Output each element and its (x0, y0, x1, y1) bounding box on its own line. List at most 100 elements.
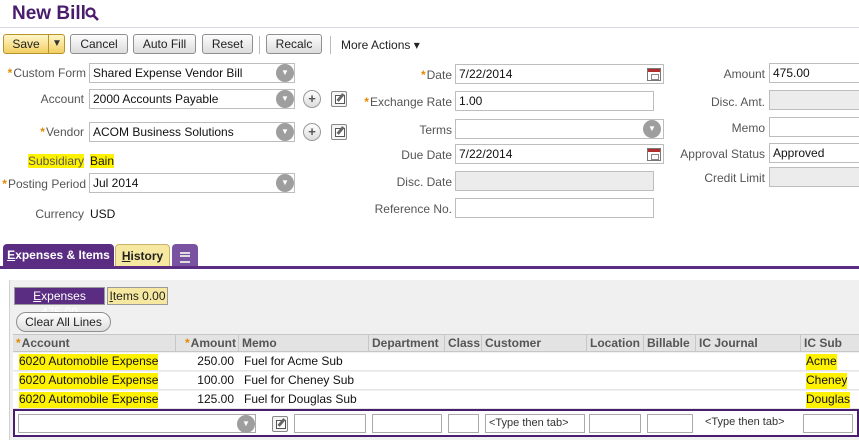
row-ic-sub: Douglas (806, 392, 851, 408)
new-line-amount-input[interactable] (294, 414, 366, 433)
toolbar-divider (259, 36, 260, 54)
row-account: 6020 Automobile Expense (19, 373, 159, 389)
disc-amt-input (769, 90, 859, 110)
credit-limit-input (769, 167, 859, 187)
memo-input[interactable] (769, 117, 859, 137)
recalc-button[interactable]: Recalc (266, 34, 322, 54)
exchange-rate-label: *Exchange Rate (364, 95, 452, 109)
new-line-customer-input[interactable]: <Type then tab> (485, 414, 585, 433)
exchange-rate-input[interactable]: 1.00 (455, 91, 654, 111)
amount-input[interactable]: 475.00 (769, 63, 859, 83)
amount-label: Amount (723, 67, 765, 81)
memo-label: Memo (731, 121, 765, 135)
column-account: *Account (13, 335, 176, 352)
row-amount: 125.00 (197, 392, 234, 406)
new-line-location-select[interactable] (589, 414, 641, 433)
credit-limit-label: Credit Limit (704, 171, 765, 185)
save-dropdown-arrow-icon[interactable]: ▼ (50, 35, 64, 53)
page-title: New Bill (12, 3, 86, 24)
tab-history[interactable]: History (115, 244, 170, 268)
new-line-memo-input[interactable] (372, 414, 442, 433)
reset-button[interactable]: Reset (202, 34, 253, 54)
vendor-dropdown-icon[interactable]: ▼ (276, 123, 294, 141)
tab-expenses-items[interactable]: Expenses & Items (3, 244, 114, 268)
table-row[interactable]: 6020 Automobile Expense 125.00 Fuel for … (13, 391, 859, 409)
date-calendar-icon[interactable] (647, 68, 661, 81)
column-ic-journal: IC Journal (696, 335, 801, 352)
account-select[interactable]: 2000 Accounts Payable (89, 89, 295, 109)
row-memo: Fuel for Acme Sub (244, 354, 343, 368)
column-ic-sub: IC Sub (804, 336, 842, 350)
title-bar: New Bill (0, 0, 859, 28)
vendor-label: *Vendor (40, 125, 84, 139)
row-account: 6020 Automobile Expense (19, 392, 159, 408)
new-line-edit-row: ▼ <Type then tab> <Type then tab> (13, 409, 859, 437)
custom-form-dropdown-icon[interactable]: ▼ (276, 64, 294, 82)
add-vendor-icon[interactable]: + (303, 123, 321, 141)
account-label: Account (40, 92, 84, 106)
due-date-input[interactable]: 7/22/2014 (455, 144, 664, 164)
cancel-button[interactable]: Cancel (70, 34, 128, 54)
custom-form-select[interactable]: Shared Expense Vendor Bill (89, 63, 295, 83)
table-row[interactable]: 6020 Automobile Expense 100.00 Fuel for … (13, 372, 859, 390)
table-row[interactable]: 6020 Automobile Expense 250.00 Fuel for … (13, 353, 859, 371)
row-memo: Fuel for Douglas Sub (244, 392, 357, 406)
tab-menu-icon[interactable] (172, 244, 198, 268)
vendor-select[interactable]: ACOM Business Solutions (89, 122, 295, 142)
add-account-icon[interactable]: + (303, 90, 321, 108)
save-button[interactable]: Save ▼ (3, 34, 65, 54)
new-line-ic-journal-input[interactable]: <Type then tab> (702, 414, 798, 433)
date-input[interactable]: 7/22/2014 (455, 64, 664, 84)
edit-vendor-icon[interactable] (331, 124, 347, 140)
reference-no-label: Reference No. (374, 202, 452, 216)
new-line-billable-checkbox[interactable] (647, 414, 693, 433)
clear-all-lines-button[interactable]: Clear All Lines (16, 312, 111, 332)
terms-select[interactable] (455, 119, 664, 139)
save-split-divider (48, 35, 49, 53)
subtab-bar: Expenses & Items History (0, 244, 859, 268)
posting-period-dropdown-icon[interactable]: ▼ (276, 174, 294, 192)
new-line-account-dropdown-icon[interactable]: ▼ (237, 415, 255, 433)
row-ic-sub: Cheney (806, 373, 848, 389)
tab-items-lines[interactable]: Items 0.00 (107, 287, 168, 305)
tab-expenses-lines[interactable]: Expenses 475.00 (14, 287, 105, 319)
disc-date-label: Disc. Date (396, 175, 452, 189)
terms-dropdown-icon[interactable]: ▼ (643, 120, 661, 138)
row-account: 6020 Automobile Expense (19, 354, 159, 370)
posting-period-select[interactable]: Jul 2014 (89, 173, 295, 193)
row-amount: 250.00 (197, 354, 234, 368)
column-department: Department (369, 335, 445, 352)
auto-fill-button[interactable]: Auto Fill (133, 34, 196, 54)
subsidiary-value: Bain (90, 154, 115, 168)
row-ic-sub: Acme (806, 354, 837, 370)
column-customer: Customer (482, 335, 587, 352)
approval-status-select[interactable]: Approved (769, 143, 859, 163)
new-line-department-select[interactable] (448, 414, 479, 433)
date-label: *Date (420, 68, 452, 82)
custom-form-label: *Custom Form (7, 66, 86, 80)
new-line-ic-sub-select[interactable] (803, 414, 853, 433)
posting-period-label: *Posting Period (2, 177, 86, 191)
column-class: Class (445, 335, 482, 352)
due-date-calendar-icon[interactable] (647, 148, 661, 161)
save-button-label: Save (12, 37, 40, 51)
more-actions-menu[interactable]: More Actions ▾ (341, 38, 420, 52)
lines-table-header: *Account *Amount Memo Department Class C… (13, 334, 859, 352)
new-line-edit-account-icon[interactable] (272, 416, 288, 432)
edit-account-icon[interactable] (331, 91, 347, 107)
due-date-label: Due Date (401, 148, 452, 162)
column-location: Location (587, 335, 644, 352)
reference-no-input[interactable] (455, 198, 654, 218)
row-memo: Fuel for Cheney Sub (244, 373, 355, 387)
account-dropdown-icon[interactable]: ▼ (276, 90, 294, 108)
column-amount: *Amount (176, 335, 239, 352)
toolbar: Save ▼ Cancel Auto Fill Reset Recalc Mor… (0, 30, 859, 58)
disc-date-input (455, 171, 654, 191)
disc-amt-label: Disc. Amt. (710, 95, 765, 109)
currency-value: USD (90, 207, 116, 221)
search-icon[interactable] (85, 7, 99, 21)
subtab-underline (0, 266, 859, 269)
new-line-account-select[interactable] (18, 414, 256, 433)
column-billable: Billable (644, 335, 696, 352)
currency-label: Currency (35, 207, 84, 221)
